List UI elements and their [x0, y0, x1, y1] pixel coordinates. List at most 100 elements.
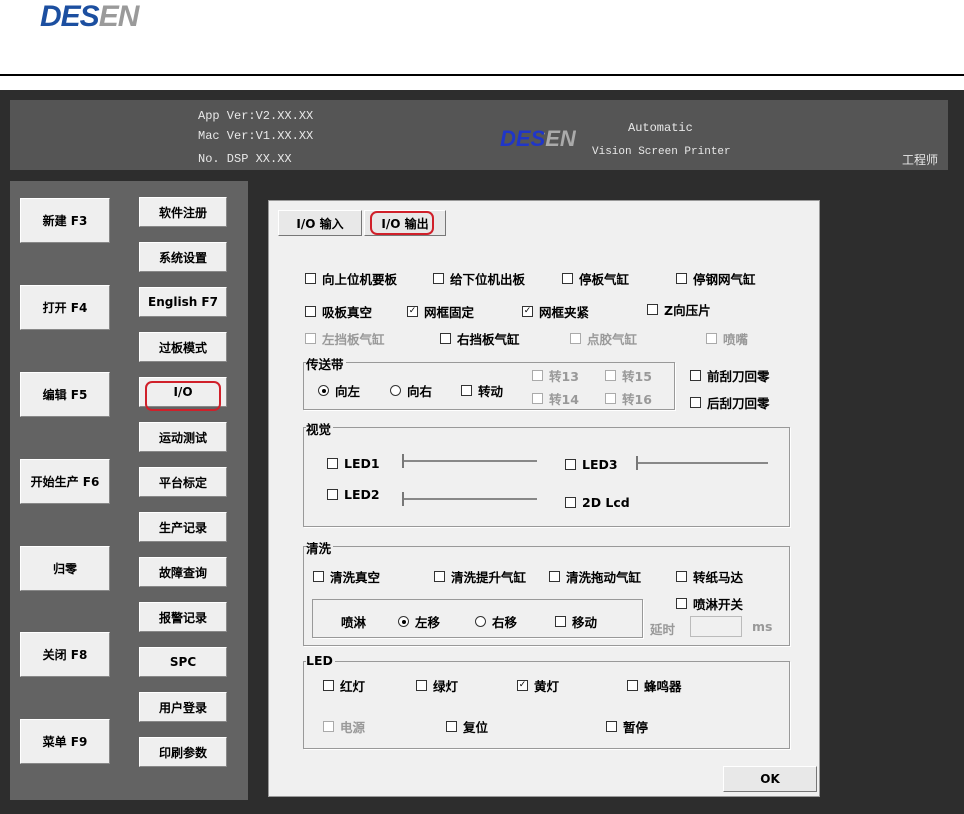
paper-motor-checkbox[interactable]: 转纸马达	[676, 567, 743, 586]
system-settings-button[interactable]: 系统设置	[139, 242, 227, 272]
menu-button[interactable]: 菜单 F9	[20, 719, 110, 764]
checkbox-label: 清洗拖动气缸	[566, 570, 642, 585]
conveyor-left-radio[interactable]: 向左	[318, 381, 360, 400]
open-button[interactable]: 打开 F4	[20, 285, 110, 330]
led1-checkbox[interactable]: LED1	[327, 456, 380, 471]
output-checkbox[interactable]: Z向压片	[647, 300, 711, 319]
fault-query-button[interactable]: 故障查询	[139, 557, 227, 587]
new-button[interactable]: 新建 F3	[20, 198, 110, 243]
start-production-button[interactable]: 开始生产 F6	[20, 459, 110, 504]
led3-checkbox[interactable]: LED3	[565, 457, 618, 472]
checkbox-icon	[440, 333, 451, 344]
delay-input[interactable]	[690, 616, 742, 637]
spc-button[interactable]: SPC	[139, 647, 227, 677]
user-login-button[interactable]: 用户登录	[139, 692, 227, 722]
turn15-checkbox[interactable]: 转15	[605, 366, 652, 385]
header-line2: Vision Screen Printer	[592, 146, 731, 158]
power-checkbox[interactable]: 电源	[323, 717, 365, 736]
output-checkbox[interactable]: 左挡板气缸	[305, 329, 385, 348]
edit-button[interactable]: 编辑 F5	[20, 372, 110, 417]
checkbox-label: Z向压片	[664, 303, 711, 318]
spray-right-radio[interactable]: 右移	[475, 612, 517, 631]
front-squeegee-home-checkbox[interactable]: 前刮刀回零	[690, 366, 770, 385]
slider-thumb[interactable]	[636, 456, 638, 470]
led2-slider[interactable]	[398, 492, 537, 506]
spray-move-checkbox[interactable]: 移动	[555, 612, 597, 631]
print-params-button[interactable]: 印刷参数	[139, 737, 227, 767]
desen-logo: DESEN	[40, 0, 139, 33]
radio-icon	[475, 616, 486, 627]
turn13-checkbox[interactable]: 转13	[532, 366, 579, 385]
turn16-checkbox[interactable]: 转16	[605, 389, 652, 408]
output-checkbox[interactable]: 吸板真空	[305, 302, 372, 321]
spray-left-radio[interactable]: 左移	[398, 612, 440, 631]
spray-switch-checkbox[interactable]: 喷淋开关	[676, 594, 743, 613]
slider-track	[404, 460, 537, 462]
checkbox-icon	[565, 459, 576, 470]
led1-slider[interactable]	[398, 454, 537, 468]
led2-checkbox[interactable]: LED2	[327, 487, 380, 502]
home-button[interactable]: 归零	[20, 546, 110, 591]
checkbox-label: 网框夹紧	[539, 305, 590, 320]
output-checkbox[interactable]: 喷嘴	[706, 329, 748, 348]
checkbox-label: 后刮刀回零	[707, 396, 770, 411]
checkbox-label: 向上位机要板	[322, 272, 398, 287]
green-light-checkbox[interactable]: 绿灯	[416, 676, 458, 695]
checkbox-label: 复位	[463, 720, 489, 735]
pause-checkbox[interactable]: 暂停	[606, 717, 648, 736]
conveyor-rotate-checkbox[interactable]: 转动	[461, 381, 503, 400]
checkbox-icon	[676, 598, 687, 609]
slider-thumb[interactable]	[402, 492, 404, 506]
group-title: LED	[306, 653, 335, 668]
close-button[interactable]: 关闭 F8	[20, 632, 110, 677]
checkbox-icon	[407, 306, 418, 317]
led3-slider[interactable]	[632, 456, 768, 470]
tab-io-input[interactable]: I/O 输入	[278, 210, 362, 236]
buzzer-checkbox[interactable]: 蜂鸣器	[627, 676, 682, 695]
checkbox-icon	[305, 333, 316, 344]
output-checkbox[interactable]: 网框夹紧	[522, 302, 589, 321]
turn14-checkbox[interactable]: 转14	[532, 389, 579, 408]
output-checkbox[interactable]: 点胶气缸	[570, 329, 637, 348]
english-button[interactable]: English F7	[139, 287, 227, 317]
output-checkbox[interactable]: 给下位机出板	[433, 269, 525, 288]
checkbox-label: 转15	[622, 369, 652, 384]
conveyor-right-radio[interactable]: 向右	[390, 381, 432, 400]
software-register-button[interactable]: 软件注册	[139, 197, 227, 227]
app-version: App Ver:V2.XX.XX	[198, 109, 314, 123]
clean-drag-checkbox[interactable]: 清洗拖动气缸	[549, 567, 641, 586]
alarm-record-button[interactable]: 报警记录	[139, 602, 227, 632]
checkbox-label: 转13	[549, 369, 579, 384]
output-checkbox[interactable]: 向上位机要板	[305, 269, 397, 288]
slider-thumb[interactable]	[402, 454, 404, 468]
checkbox-icon	[433, 273, 444, 284]
checkbox-label: 黄灯	[534, 679, 560, 694]
production-record-button[interactable]: 生产记录	[139, 512, 227, 542]
reset-checkbox[interactable]: 复位	[446, 717, 488, 736]
checkbox-icon	[517, 680, 528, 691]
header-logo: DESEN	[500, 126, 576, 151]
output-checkbox[interactable]: 停钢网气缸	[676, 269, 756, 288]
clean-lift-checkbox[interactable]: 清洗提升气缸	[434, 567, 526, 586]
checkbox-label: 移动	[572, 615, 598, 630]
checkbox-label: 停板气缸	[579, 272, 630, 287]
dsp-version: No. DSP XX.XX	[198, 152, 292, 166]
board-mode-button[interactable]: 过板模式	[139, 332, 227, 362]
red-light-checkbox[interactable]: 红灯	[323, 676, 365, 695]
checkbox-icon	[690, 397, 701, 408]
clean-vacuum-checkbox[interactable]: 清洗真空	[313, 567, 380, 586]
2d-lcd-checkbox[interactable]: 2D Lcd	[565, 495, 630, 510]
output-checkbox[interactable]: 网框固定	[407, 302, 474, 321]
output-checkbox[interactable]: 右挡板气缸	[440, 329, 520, 348]
led-group: LED	[303, 653, 790, 749]
checkbox-icon	[562, 273, 573, 284]
checkbox-icon	[627, 680, 638, 691]
back-squeegee-home-checkbox[interactable]: 后刮刀回零	[690, 393, 770, 412]
platform-calibration-button[interactable]: 平台标定	[139, 467, 227, 497]
output-checkbox[interactable]: 停板气缸	[562, 269, 629, 288]
checkbox-label: 停钢网气缸	[693, 272, 756, 287]
checkbox-icon	[605, 393, 616, 404]
motion-test-button[interactable]: 运动测试	[139, 422, 227, 452]
yellow-light-checkbox[interactable]: 黄灯	[517, 676, 559, 695]
ok-button[interactable]: OK	[723, 766, 817, 792]
